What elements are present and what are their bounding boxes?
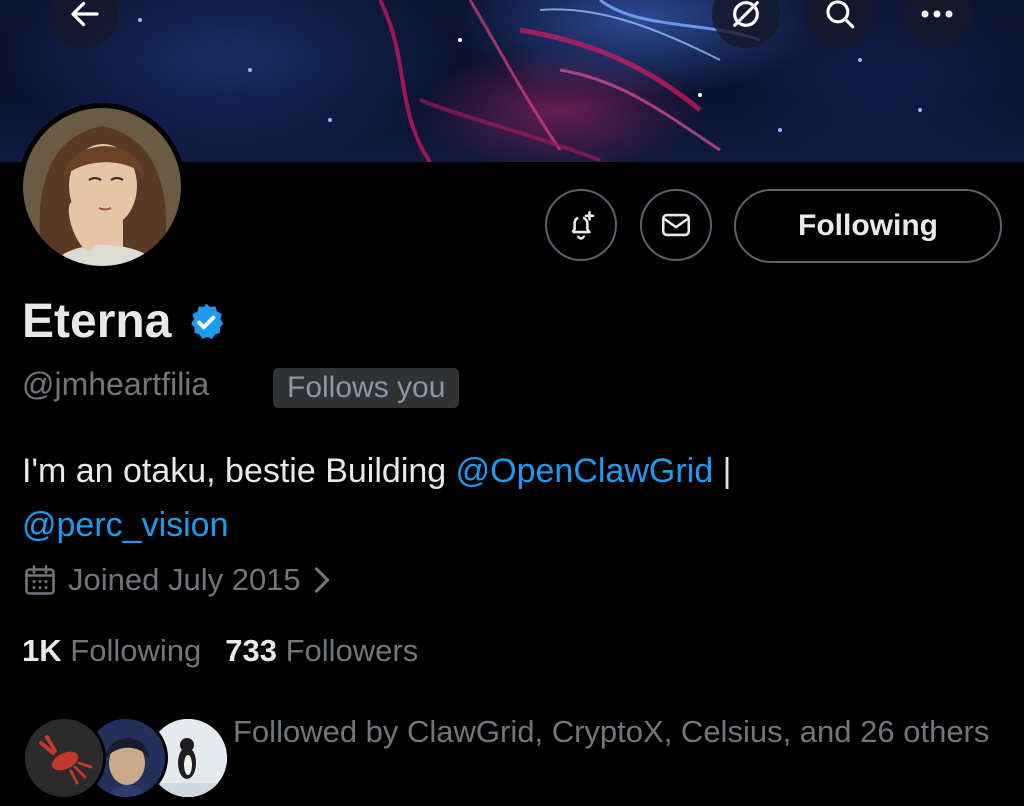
calendar-icon (25, 565, 55, 595)
more-icon (921, 10, 953, 18)
lobster-avatar-image (25, 719, 103, 797)
bell-plus-icon (571, 210, 595, 240)
notify-button[interactable] (545, 189, 617, 261)
bio-mention-openclawgrid[interactable]: @OpenClawGrid (456, 452, 714, 490)
follower-avatar-1 (22, 716, 106, 800)
joined-date: Joined July 2015 (68, 562, 301, 597)
followers-stat[interactable]: 733 Followers (225, 633, 418, 669)
display-name-row: Eterna (22, 294, 227, 349)
followers-label: Followers (285, 633, 419, 668)
avatar-image (23, 108, 181, 266)
following-stat[interactable]: 1K Following (22, 633, 201, 669)
following-button[interactable]: Following (734, 189, 1002, 263)
bio-mention-perc-vision[interactable]: @perc_vision (22, 506, 229, 544)
display-name: Eterna (22, 295, 172, 348)
user-handle: @jmheartfilia (22, 366, 210, 402)
followed-by-avatars[interactable] (22, 716, 230, 802)
follows-you-badge: Follows you (273, 368, 460, 408)
eye-off-icon (733, 1, 759, 27)
bio-text: I'm an otaku, bestie Building (22, 452, 456, 490)
arrow-left-icon (71, 1, 99, 27)
profile-avatar[interactable] (18, 103, 186, 271)
message-button[interactable] (640, 189, 712, 261)
followed-by-text[interactable]: Followed by ClawGrid, CryptoX, Celsius, … (233, 708, 993, 756)
verified-badge-icon[interactable] (185, 301, 227, 343)
mail-icon (661, 213, 691, 237)
following-label: Following (70, 633, 202, 668)
following-count: 1K (22, 633, 62, 668)
search-icon (826, 0, 855, 29)
profile-bio: I'm an otaku, bestie Building @OpenClawG… (22, 444, 1002, 552)
follow-stats: 1K Following 733 Followers (22, 633, 418, 669)
chevron-right-icon (314, 567, 329, 593)
joined-date-row[interactable]: Joined July 2015 (22, 562, 333, 598)
followers-count: 733 (225, 633, 277, 668)
bio-separator: | (713, 452, 732, 490)
